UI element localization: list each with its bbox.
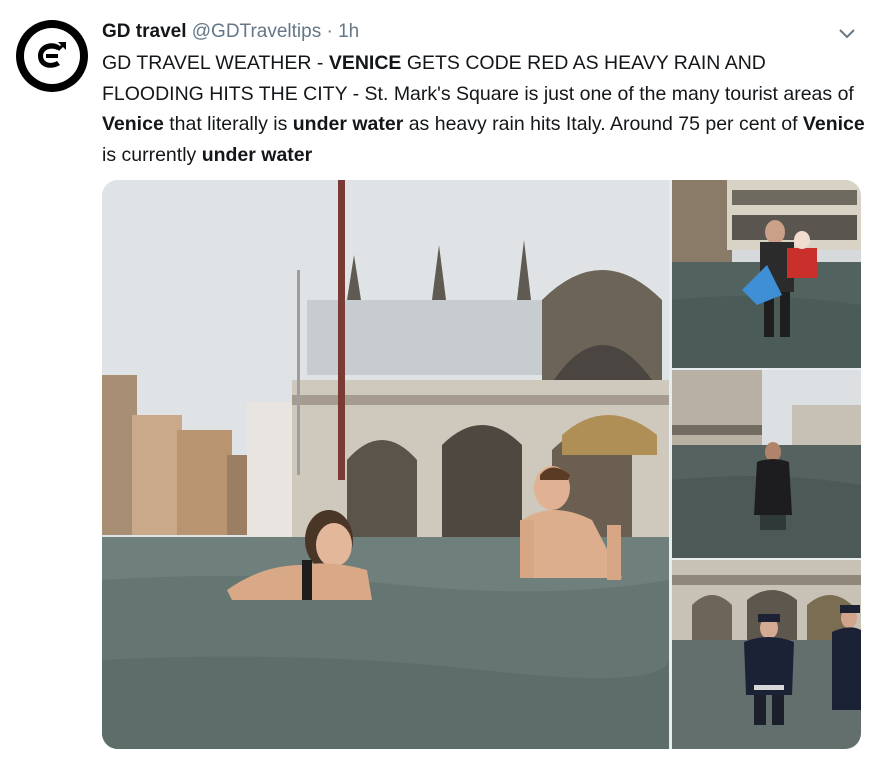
photo-st-marks-swimmers[interactable] (102, 180, 669, 749)
chevron-down-icon (839, 29, 855, 39)
author-name[interactable]: GD travel (102, 21, 186, 42)
hashtag-keyword: Venice (102, 113, 164, 135)
separator-dot: · (326, 21, 333, 42)
tweet-text: GD TRAVEL WEATHER - VENICE GETS CODE RED… (102, 48, 867, 170)
photo-woman-wading[interactable] (672, 370, 861, 558)
tweet-text-segment: GD TRAVEL WEATHER - (102, 52, 329, 74)
tweet[interactable]: GD travel @GDTraveltips · 1h GD TRAVEL W… (0, 0, 882, 764)
media-grid (102, 180, 861, 749)
hashtag-keyword: Venice (802, 113, 865, 135)
tweet-menu-button[interactable] (836, 22, 858, 44)
tweet-text-segment: is currently (102, 143, 202, 166)
hashtag-keyword: under water (292, 113, 404, 135)
photo-man-carrying-child[interactable] (672, 180, 861, 368)
hashtag-keyword: under water (201, 143, 313, 166)
author-handle[interactable]: @GDTraveltips (192, 21, 321, 42)
tweet-header: GD travel @GDTraveltips · 1h (102, 20, 359, 44)
tweet-text-segment: as heavy rain hits Italy. Around 75 per … (403, 113, 803, 135)
tweet-text-segment: that literally is (163, 113, 293, 135)
photo-police-officers[interactable] (672, 560, 861, 749)
hashtag-keyword: VENICE (328, 52, 402, 74)
author-avatar[interactable] (16, 20, 88, 92)
gd-travel-logo (38, 42, 66, 68)
tweet-timestamp[interactable]: 1h (338, 21, 359, 42)
